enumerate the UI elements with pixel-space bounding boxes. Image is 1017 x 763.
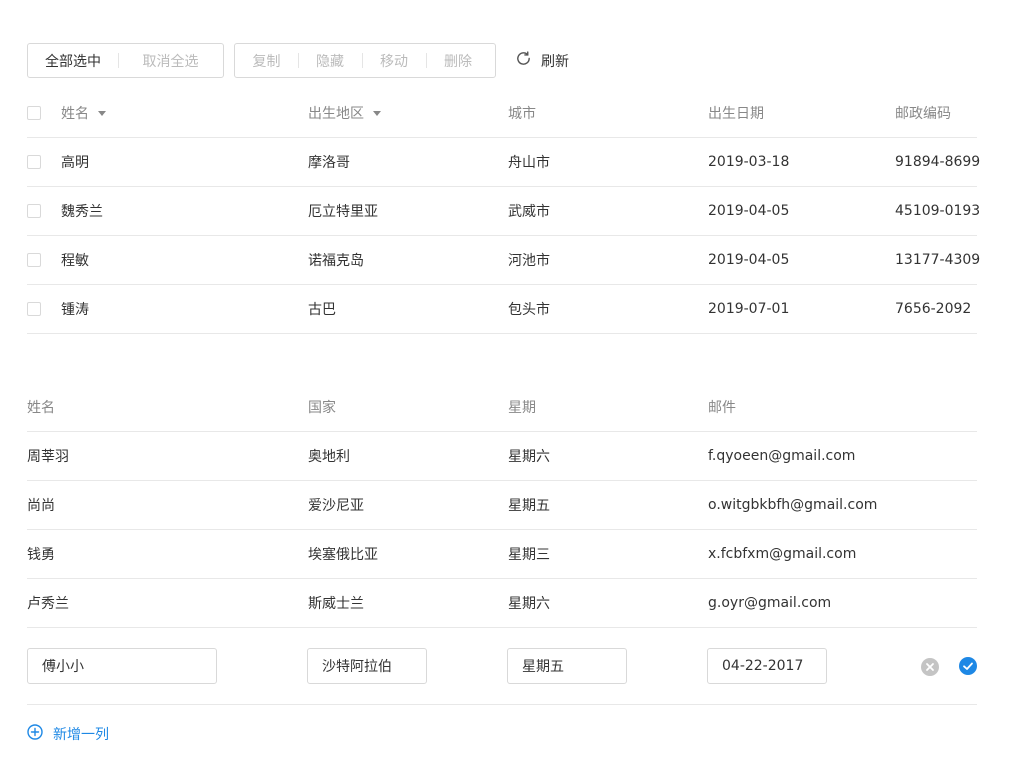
edit-row bbox=[27, 628, 977, 705]
header-name-label: 姓名 bbox=[61, 106, 89, 122]
move-button[interactable]: 移动 bbox=[362, 43, 426, 78]
edit-name-input[interactable] bbox=[27, 648, 217, 684]
cell-name: 高明 bbox=[61, 155, 89, 171]
table-header-row: 姓名 国家 星期 邮件 bbox=[27, 383, 977, 432]
cell-name: 周莘羽 bbox=[27, 449, 69, 465]
cell-date: 2019-07-01 bbox=[708, 301, 790, 317]
edit-date-input[interactable] bbox=[707, 648, 827, 684]
cell-name: 尚尚 bbox=[27, 498, 55, 514]
cell-region: 厄立特里亚 bbox=[308, 204, 378, 220]
cell-email: g.oyr@gmail.com bbox=[708, 595, 832, 611]
header-email: 邮件 bbox=[708, 400, 736, 416]
header-region[interactable]: 出生地区 bbox=[308, 89, 381, 137]
cell-zip: 7656-2092 bbox=[895, 301, 972, 317]
deselect-all-button[interactable]: 取消全选 bbox=[118, 43, 223, 78]
table-row: 魏秀兰 厄立特里亚 武威市 2019-04-05 45109-0193 bbox=[27, 187, 981, 236]
cell-city: 舟山市 bbox=[508, 155, 550, 171]
refresh-button[interactable]: 刷新 bbox=[515, 50, 569, 71]
row-checkbox[interactable] bbox=[27, 204, 41, 218]
cell-email: x.fcbfxm@gmail.com bbox=[708, 546, 857, 562]
cell-region: 古巴 bbox=[308, 302, 336, 318]
cell-country: 奥地利 bbox=[308, 449, 350, 465]
cell-email: o.witgbkbfh@gmail.com bbox=[708, 497, 878, 513]
copy-button[interactable]: 复制 bbox=[235, 43, 298, 78]
cell-date: 2019-04-05 bbox=[708, 203, 790, 219]
cell-date: 2019-03-18 bbox=[708, 154, 790, 170]
action-button-group: 复制 隐藏 移动 删除 bbox=[234, 43, 496, 78]
table-header-row: 姓名 出生地区 城市 出生日期 邮政编码 bbox=[27, 89, 977, 138]
table-row: 锺涛 古巴 包头市 2019-07-01 7656-2092 bbox=[27, 285, 977, 334]
cell-name: 卢秀兰 bbox=[27, 596, 69, 612]
cell-city: 包头市 bbox=[508, 302, 550, 318]
cell-country: 埃塞俄比亚 bbox=[308, 547, 378, 563]
plus-circle-icon bbox=[27, 724, 53, 744]
cell-weekday: 星期六 bbox=[508, 596, 550, 612]
cell-weekday: 星期五 bbox=[508, 498, 550, 514]
refresh-label: 刷新 bbox=[541, 53, 569, 70]
cell-weekday: 星期三 bbox=[508, 547, 550, 563]
hide-button[interactable]: 隐藏 bbox=[298, 43, 362, 78]
select-all-button[interactable]: 全部选中 bbox=[28, 43, 118, 78]
delete-button[interactable]: 删除 bbox=[426, 43, 490, 78]
header-city: 城市 bbox=[508, 106, 536, 122]
table-row: 高明 摩洛哥 舟山市 2019-03-18 91894-8699 bbox=[27, 138, 981, 187]
header-zip: 邮政编码 bbox=[895, 106, 951, 122]
cell-country: 爱沙尼亚 bbox=[308, 498, 364, 514]
row-checkbox[interactable] bbox=[27, 155, 41, 169]
header-region-label: 出生地区 bbox=[308, 106, 364, 122]
cell-email: f.qyoeen@gmail.com bbox=[708, 448, 856, 464]
cell-country: 斯威士兰 bbox=[308, 596, 364, 612]
page: 全部选中 取消全选 复制 隐藏 移动 删除 刷新 姓名 出生地区 城市 出生日期… bbox=[0, 0, 1017, 763]
cell-name: 锺涛 bbox=[61, 302, 89, 318]
table-row: 尚尚 爱沙尼亚 星期五 o.witgbkbfh@gmail.com bbox=[27, 481, 977, 530]
table-row: 周莘羽 奥地利 星期六 f.qyoeen@gmail.com bbox=[27, 432, 977, 481]
table-row: 钱勇 埃塞俄比亚 星期三 x.fcbfxm@gmail.com bbox=[27, 530, 977, 579]
table-row: 卢秀兰 斯威士兰 星期六 g.oyr@gmail.com bbox=[27, 579, 977, 628]
edit-weekday-input[interactable] bbox=[507, 648, 627, 684]
header-date: 出生日期 bbox=[708, 106, 764, 122]
cell-name: 魏秀兰 bbox=[61, 204, 103, 220]
table-row: 程敏 诺福克岛 河池市 2019-04-05 13177-4309 bbox=[27, 236, 981, 285]
cell-zip: 13177-4309 bbox=[895, 252, 981, 268]
cell-region: 诺福克岛 bbox=[308, 253, 364, 269]
cell-region: 摩洛哥 bbox=[308, 155, 350, 171]
sort-caret-icon[interactable] bbox=[373, 110, 381, 116]
selection-button-group: 全部选中 取消全选 bbox=[27, 43, 224, 78]
cell-date: 2019-04-05 bbox=[708, 252, 790, 268]
cell-zip: 91894-8699 bbox=[895, 154, 981, 170]
header-weekday: 星期 bbox=[508, 400, 536, 416]
edit-country-input[interactable] bbox=[307, 648, 427, 684]
cell-city: 武威市 bbox=[508, 204, 550, 220]
clear-circle-icon[interactable] bbox=[921, 658, 939, 676]
select-all-checkbox[interactable] bbox=[27, 106, 41, 120]
cell-zip: 45109-0193 bbox=[895, 203, 981, 219]
editable-table: 姓名 国家 星期 邮件 周莘羽 奥地利 星期六 f.qyoeen@gmail.c… bbox=[27, 383, 977, 705]
cell-city: 河池市 bbox=[508, 253, 550, 269]
cell-weekday: 星期六 bbox=[508, 449, 550, 465]
check-circle-icon[interactable] bbox=[959, 657, 977, 675]
cell-name: 钱勇 bbox=[27, 547, 55, 563]
toolbar: 全部选中 取消全选 复制 隐藏 移动 删除 刷新 bbox=[27, 43, 569, 78]
row-checkbox[interactable] bbox=[27, 302, 41, 316]
header-country: 国家 bbox=[308, 400, 336, 416]
add-column-label: 新增一列 bbox=[53, 727, 109, 743]
sort-caret-icon[interactable] bbox=[98, 110, 106, 116]
row-checkbox[interactable] bbox=[27, 253, 41, 267]
refresh-icon bbox=[515, 50, 541, 71]
header-name: 姓名 bbox=[27, 400, 55, 416]
header-name[interactable]: 姓名 bbox=[61, 89, 106, 137]
add-column-button[interactable]: 新增一列 bbox=[27, 724, 109, 744]
cell-name: 程敏 bbox=[61, 253, 89, 269]
people-table: 姓名 出生地区 城市 出生日期 邮政编码 高明 摩洛哥 舟山市 2019-03-… bbox=[27, 89, 981, 334]
